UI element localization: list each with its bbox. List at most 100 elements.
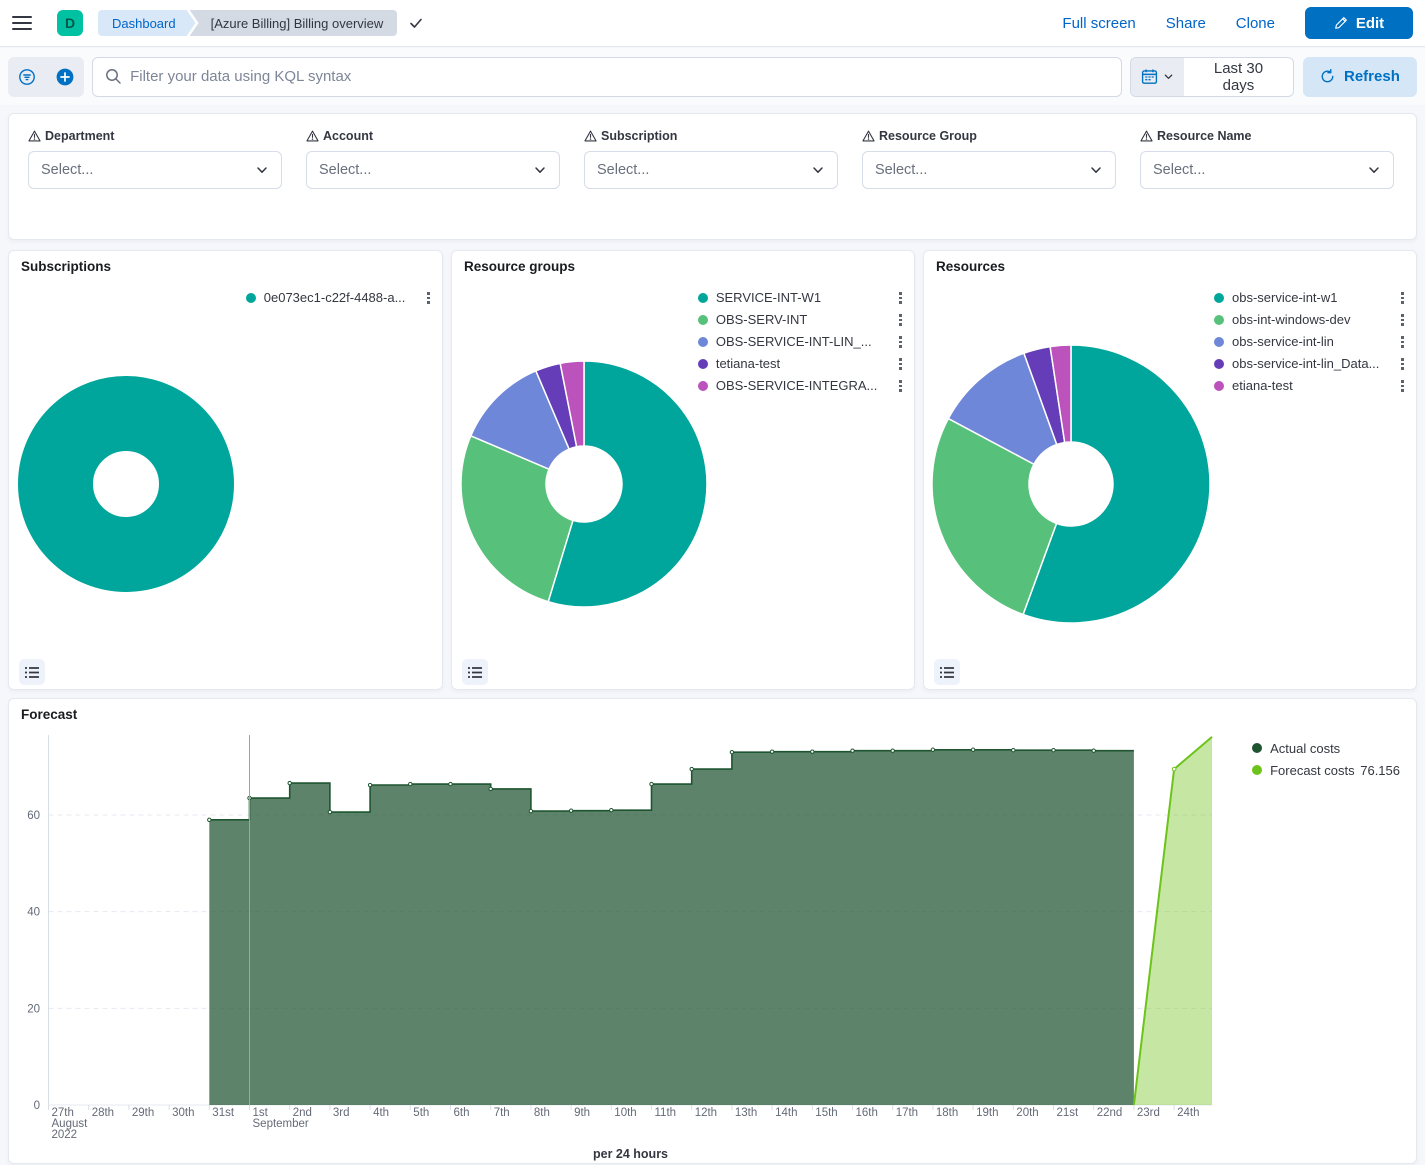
legend-label[interactable]: tetiana-test (716, 353, 878, 375)
legend-label[interactable]: obs-service-int-lin (1232, 331, 1379, 353)
legend-item-menu-icon[interactable] (897, 290, 904, 306)
select-value: Select... (1153, 162, 1205, 178)
chevron-down-icon (811, 163, 825, 177)
data-point (971, 748, 974, 751)
legend-label[interactable]: OBS-SERVICE-INT-LIN_... (716, 331, 878, 353)
filter-select[interactable]: Select... (1140, 151, 1394, 189)
filter-select[interactable]: Select... (584, 151, 838, 189)
legend-item-menu-icon[interactable] (1399, 378, 1406, 394)
edit-button-label: Edit (1356, 15, 1384, 32)
donut-slice[interactable] (461, 436, 573, 602)
chevron-down-icon (533, 163, 547, 177)
x-tick-label: 22nd (1097, 1107, 1123, 1119)
legend-label[interactable]: Actual costs (1270, 741, 1340, 756)
x-tick-label: 18th (936, 1107, 958, 1119)
space-avatar[interactable]: D (57, 10, 83, 36)
plus-circle-icon (55, 67, 75, 87)
filter-control-department: Department Select... (28, 129, 282, 189)
saved-queries-button[interactable] (8, 57, 46, 97)
filter-label-text: Resource Name (1157, 129, 1252, 143)
legend-item-menu-icon[interactable] (1399, 356, 1406, 372)
filter-select[interactable]: Select... (28, 151, 282, 189)
x-tick-label: 16th (856, 1107, 878, 1119)
legend-item-menu-icon[interactable] (897, 312, 904, 328)
actual-costs-area[interactable] (209, 750, 1134, 1105)
legend-item-menu-icon[interactable] (425, 290, 432, 306)
check-icon (408, 15, 424, 31)
legend-label[interactable]: obs-service-int-lin_Data... (1232, 353, 1379, 375)
kql-search-input[interactable] (130, 68, 1109, 85)
y-tick-label: 60 (27, 810, 40, 822)
filter-label: Resource Group (862, 129, 1116, 143)
legend-label[interactable]: obs-service-int-w1 (1232, 287, 1379, 309)
data-point (569, 809, 572, 812)
legend-item-menu-icon[interactable] (897, 356, 904, 372)
legend-label[interactable]: OBS-SERV-INT (716, 309, 878, 331)
forecast-costs-area[interactable] (1134, 737, 1212, 1105)
legend-color-dot (698, 381, 708, 391)
data-point (730, 750, 733, 753)
breadcrumb-dashboard[interactable]: Dashboard (98, 10, 196, 36)
breadcrumb: Dashboard [Azure Billing] Billing overvi… (98, 10, 424, 36)
share-button[interactable]: Share (1166, 15, 1206, 32)
legend-toggle-button[interactable] (19, 659, 45, 685)
x-tick-label: 9th (574, 1107, 590, 1119)
panel-resource-groups: Resource groups SERVICE-INT-W1OBS-SERV-I… (451, 250, 915, 690)
legend-color-dot (1252, 743, 1262, 753)
time-range-button[interactable]: Last 30 days (1184, 58, 1293, 96)
full-screen-button[interactable]: Full screen (1062, 15, 1135, 32)
edit-button[interactable]: Edit (1305, 7, 1413, 39)
legend-item-menu-icon[interactable] (1399, 290, 1406, 306)
filter-controls-panel: DepartmentSelect...AccountSelect...Subsc… (8, 113, 1417, 240)
legend-toggle-button[interactable] (934, 659, 960, 685)
date-picker-control: Last 30 days (1130, 57, 1294, 97)
list-icon (940, 666, 954, 679)
filter-select[interactable]: Select... (862, 151, 1116, 189)
legend-label[interactable]: Forecast costs 76.156 (1270, 763, 1400, 778)
clone-button[interactable]: Clone (1236, 15, 1275, 32)
legend-label[interactable]: etiana-test (1232, 375, 1379, 397)
forecast-area-chart[interactable]: 020406027th28th29th30th31st1st2nd3rd4th5… (9, 699, 1416, 1163)
menu-button[interactable] (0, 0, 44, 47)
x-tick-label: 31st (212, 1107, 235, 1119)
x-tick-label: 24th (1177, 1107, 1199, 1119)
filter-control-resource-group: Resource Group Select... (862, 129, 1116, 189)
data-point (529, 809, 532, 812)
data-point (449, 782, 452, 785)
x-tick-label: 19th (976, 1107, 998, 1119)
list-icon (25, 666, 39, 679)
legend-toggle-button[interactable] (462, 659, 488, 685)
legend-color-dot (698, 315, 708, 325)
legend-label[interactable]: 0e073ec1-c22f-4488-a... (264, 287, 406, 309)
add-filter-button[interactable] (46, 57, 84, 97)
hamburger-icon (12, 16, 32, 30)
legend-item-menu-icon[interactable] (1399, 334, 1406, 350)
filter-select[interactable]: Select... (306, 151, 560, 189)
data-point (208, 818, 211, 821)
x-tick-label: 15th (815, 1107, 837, 1119)
kql-search-box (92, 57, 1122, 97)
legend-item: Forecast costs 76.156 (1252, 759, 1400, 781)
subscriptions-donut-chart[interactable] (9, 251, 444, 691)
refresh-button[interactable]: Refresh (1303, 57, 1417, 97)
legend-label[interactable]: obs-int-windows-dev (1232, 309, 1379, 331)
date-quick-select-button[interactable] (1131, 58, 1184, 96)
legend-item: Actual costs (1252, 737, 1400, 759)
select-value: Select... (875, 162, 927, 178)
data-point (288, 781, 291, 784)
legend-item-menu-icon[interactable] (897, 378, 904, 394)
legend-item-menu-icon[interactable] (897, 334, 904, 350)
refresh-icon (1320, 69, 1335, 84)
legend-item-menu-icon[interactable] (1399, 312, 1406, 328)
query-bar: Last 30 days Refresh (0, 48, 1425, 105)
x-axis-title: per 24 hours (49, 1147, 1212, 1161)
donut-slice[interactable] (56, 414, 197, 555)
legend-label[interactable]: SERVICE-INT-W1 (716, 287, 878, 309)
legend-label[interactable]: OBS-SERVICE-INTEGRA... (716, 375, 878, 397)
filter-label: Department (28, 129, 282, 143)
list-icon (468, 666, 482, 679)
filter-controls-row: DepartmentSelect...AccountSelect...Subsc… (28, 129, 1397, 189)
filter-label: Subscription (584, 129, 838, 143)
x-tick-label: 3rd (333, 1107, 350, 1119)
legend-color-dot (1214, 381, 1224, 391)
